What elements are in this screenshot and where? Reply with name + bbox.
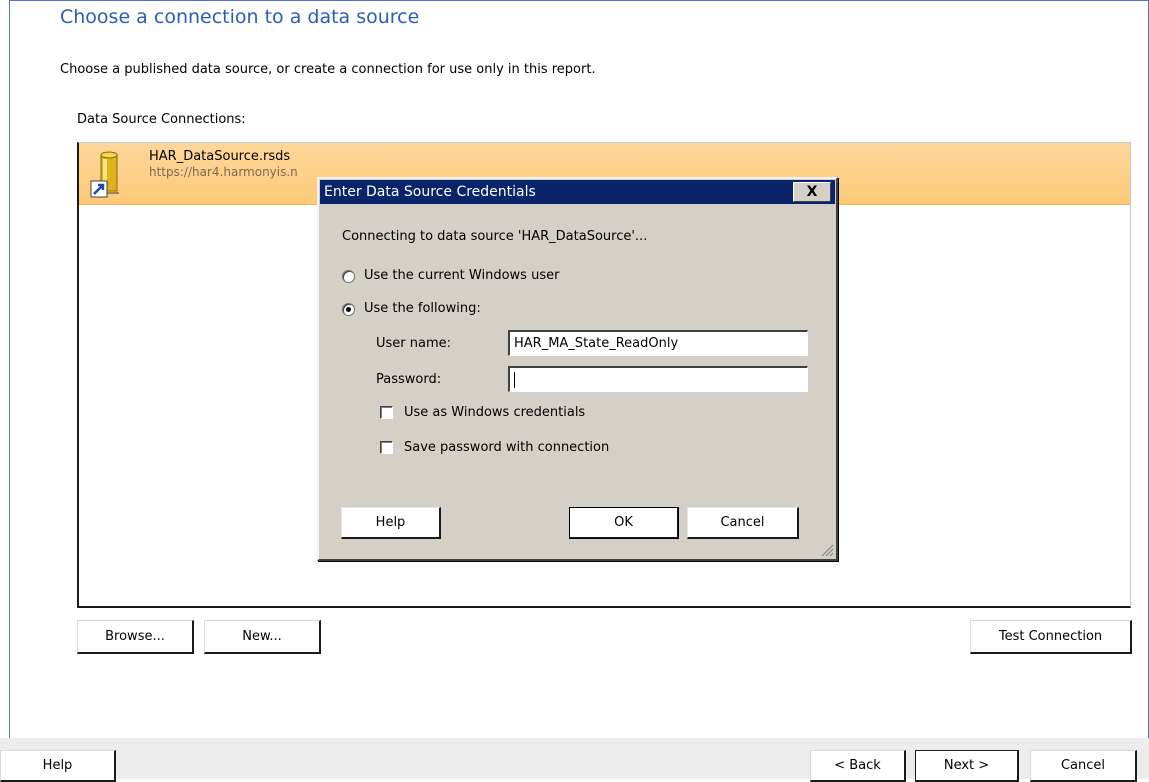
radio-current-user[interactable] [342, 270, 355, 283]
close-icon: X [806, 184, 818, 200]
new-button[interactable]: New... [204, 620, 321, 654]
user-name-field[interactable]: HAR_MA_State_ReadOnly [508, 330, 808, 356]
connection-url: https://har4.harmonyis.n [149, 165, 298, 179]
close-button[interactable]: X [793, 182, 831, 202]
radio-use-following[interactable] [342, 303, 355, 316]
help-button[interactable]: Help [0, 750, 116, 782]
left-border [9, 0, 10, 738]
page-title: Choose a connection to a data source [60, 6, 420, 28]
use-windows-credentials-label[interactable]: Use as Windows credentials [404, 405, 585, 420]
password-field[interactable] [508, 366, 808, 392]
save-password-checkbox[interactable] [380, 441, 393, 454]
radio-current-user-label[interactable]: Use the current Windows user [364, 268, 559, 283]
page-description: Choose a published data source, or creat… [60, 62, 596, 77]
text-caret [514, 371, 515, 388]
radio-use-following-label[interactable]: Use the following: [364, 301, 481, 316]
connection-name: HAR_DataSource.rsds [149, 149, 291, 164]
wizard-footer: Help < Back Next > Cancel [0, 738, 1149, 782]
back-button[interactable]: < Back [810, 750, 906, 782]
test-connection-button[interactable]: Test Connection [970, 620, 1132, 654]
dialog-title: Enter Data Source Credentials [324, 184, 536, 200]
use-windows-credentials-checkbox[interactable] [380, 406, 393, 419]
credentials-dialog: Enter Data Source Credentials X Connecti… [317, 177, 838, 561]
ok-button[interactable]: OK [569, 507, 679, 539]
browse-button[interactable]: Browse... [77, 620, 194, 654]
dialog-titlebar[interactable]: Enter Data Source Credentials X [320, 180, 835, 204]
next-button[interactable]: Next > [915, 750, 1019, 782]
top-border [9, 0, 1149, 1]
data-source-shortcut-icon [90, 151, 119, 198]
user-name-label: User name: [376, 336, 452, 351]
resize-grip-icon[interactable] [820, 543, 834, 557]
password-label: Password: [376, 372, 442, 387]
dialog-status-text: Connecting to data source 'HAR_DataSourc… [342, 229, 648, 244]
cancel-button[interactable]: Cancel [1030, 750, 1137, 782]
dialog-cancel-button[interactable]: Cancel [687, 507, 799, 539]
dialog-help-button[interactable]: Help [341, 507, 441, 539]
connections-list-label: Data Source Connections: [77, 112, 246, 127]
save-password-label[interactable]: Save password with connection [404, 440, 609, 455]
radio-selected-dot [346, 307, 351, 312]
